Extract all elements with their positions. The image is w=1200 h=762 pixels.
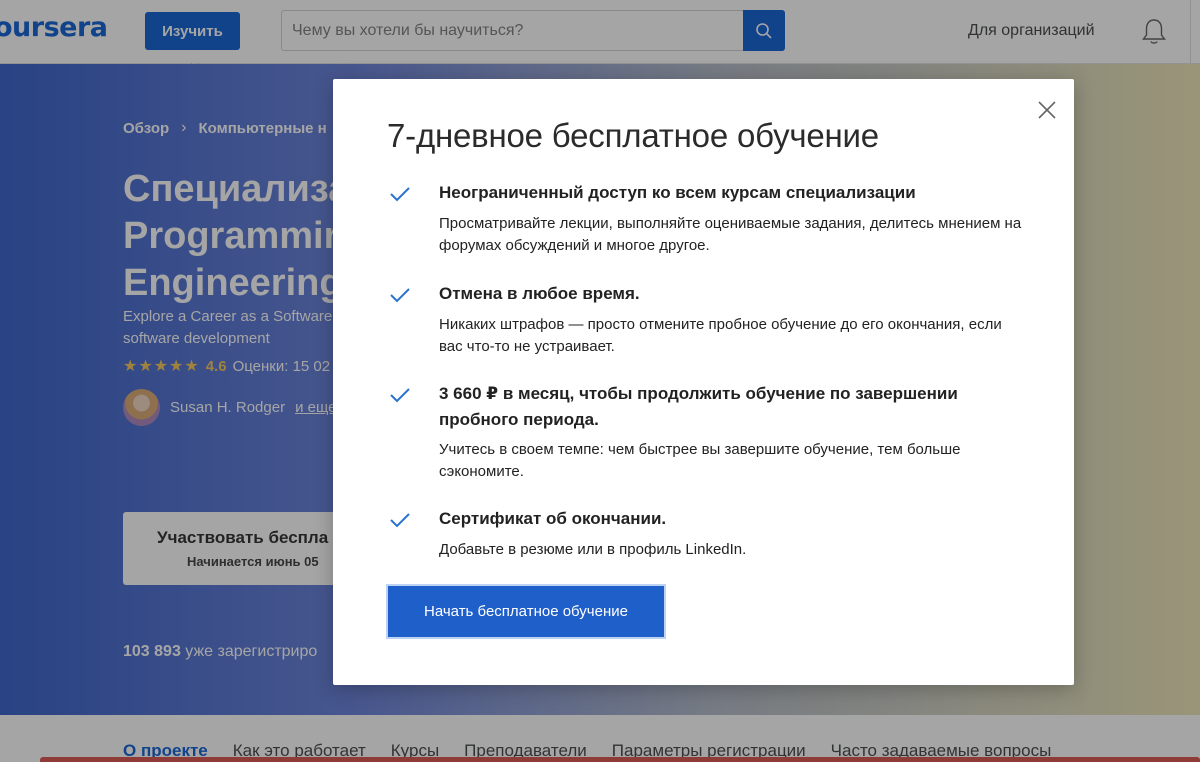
modal-title: 7-дневное бесплатное обучение [387, 117, 879, 154]
benefit-title: Сертификат об окончании. [439, 509, 667, 528]
benefit-description: Просматривайте лекции, выполняйте оценив… [439, 215, 1022, 254]
benefit-description: Никаких штрафов — просто отмените пробно… [439, 316, 1002, 355]
check-icon [390, 388, 410, 403]
benefit-title: Отмена в любое время. [439, 284, 640, 303]
start-free-trial-button[interactable]: Начать бесплатное обучение [386, 584, 666, 639]
check-icon [390, 187, 410, 202]
check-icon [390, 513, 410, 528]
close-icon[interactable] [1036, 99, 1058, 121]
benefit-title: Неограниченный доступ ко всем курсам спе… [439, 183, 916, 202]
benefit-description: Учитесь в своем темпе: чем быстрее вы за… [439, 441, 961, 480]
free-trial-modal: 7-дневное бесплатное обучение Неограниче… [333, 79, 1074, 685]
check-icon [390, 288, 410, 303]
benefit-description: Добавьте в резюме или в профиль LinkedIn… [439, 541, 747, 558]
benefit-title: 3 660 ₽ в месяц, чтобы продолжить обучен… [439, 384, 958, 429]
